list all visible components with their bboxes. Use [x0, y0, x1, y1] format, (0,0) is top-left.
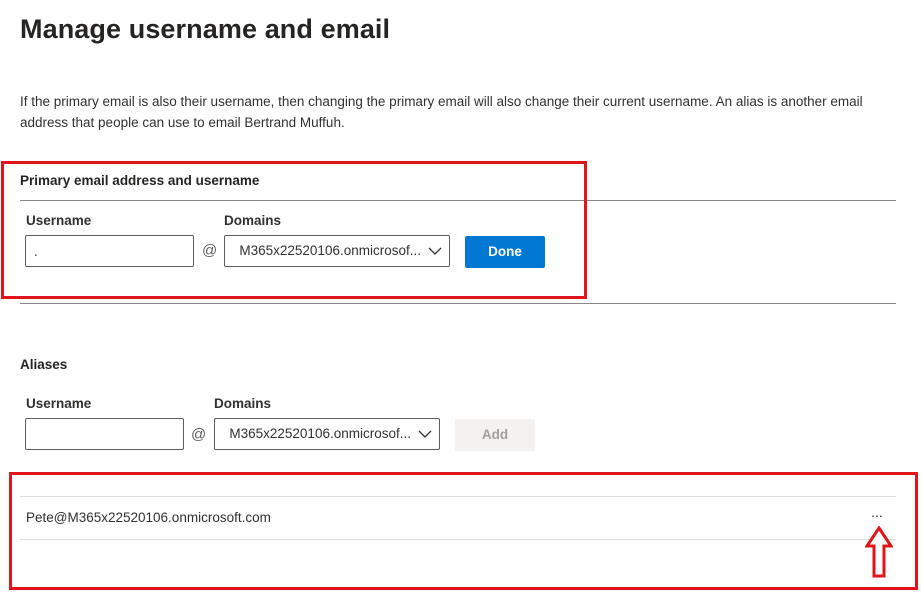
add-alias-button[interactable]: Add [455, 419, 535, 451]
primary-section-highlight [1, 161, 587, 299]
manage-username-email-panel: Manage username and email If the primary… [0, 0, 921, 600]
aliases-section-title: Aliases [20, 357, 68, 372]
alias-username-label: Username [26, 396, 92, 411]
alias-username-input[interactable] [25, 418, 184, 450]
primary-section-bottom-divider [20, 303, 896, 304]
alias-list-highlight [9, 472, 918, 590]
page-title: Manage username and email [20, 14, 391, 44]
alias-domains-label: Domains [214, 396, 272, 411]
alias-domain-dropdown[interactable]: M365x22520106.onmicrosof... [214, 418, 440, 450]
alias-at-sign: @ [191, 426, 207, 443]
up-arrow-icon [865, 526, 893, 578]
alias-domain-value: M365x22520106.onmicrosof... [229, 426, 411, 441]
chevron-down-icon [418, 430, 432, 438]
page-description: If the primary email is also their usern… [20, 94, 863, 130]
